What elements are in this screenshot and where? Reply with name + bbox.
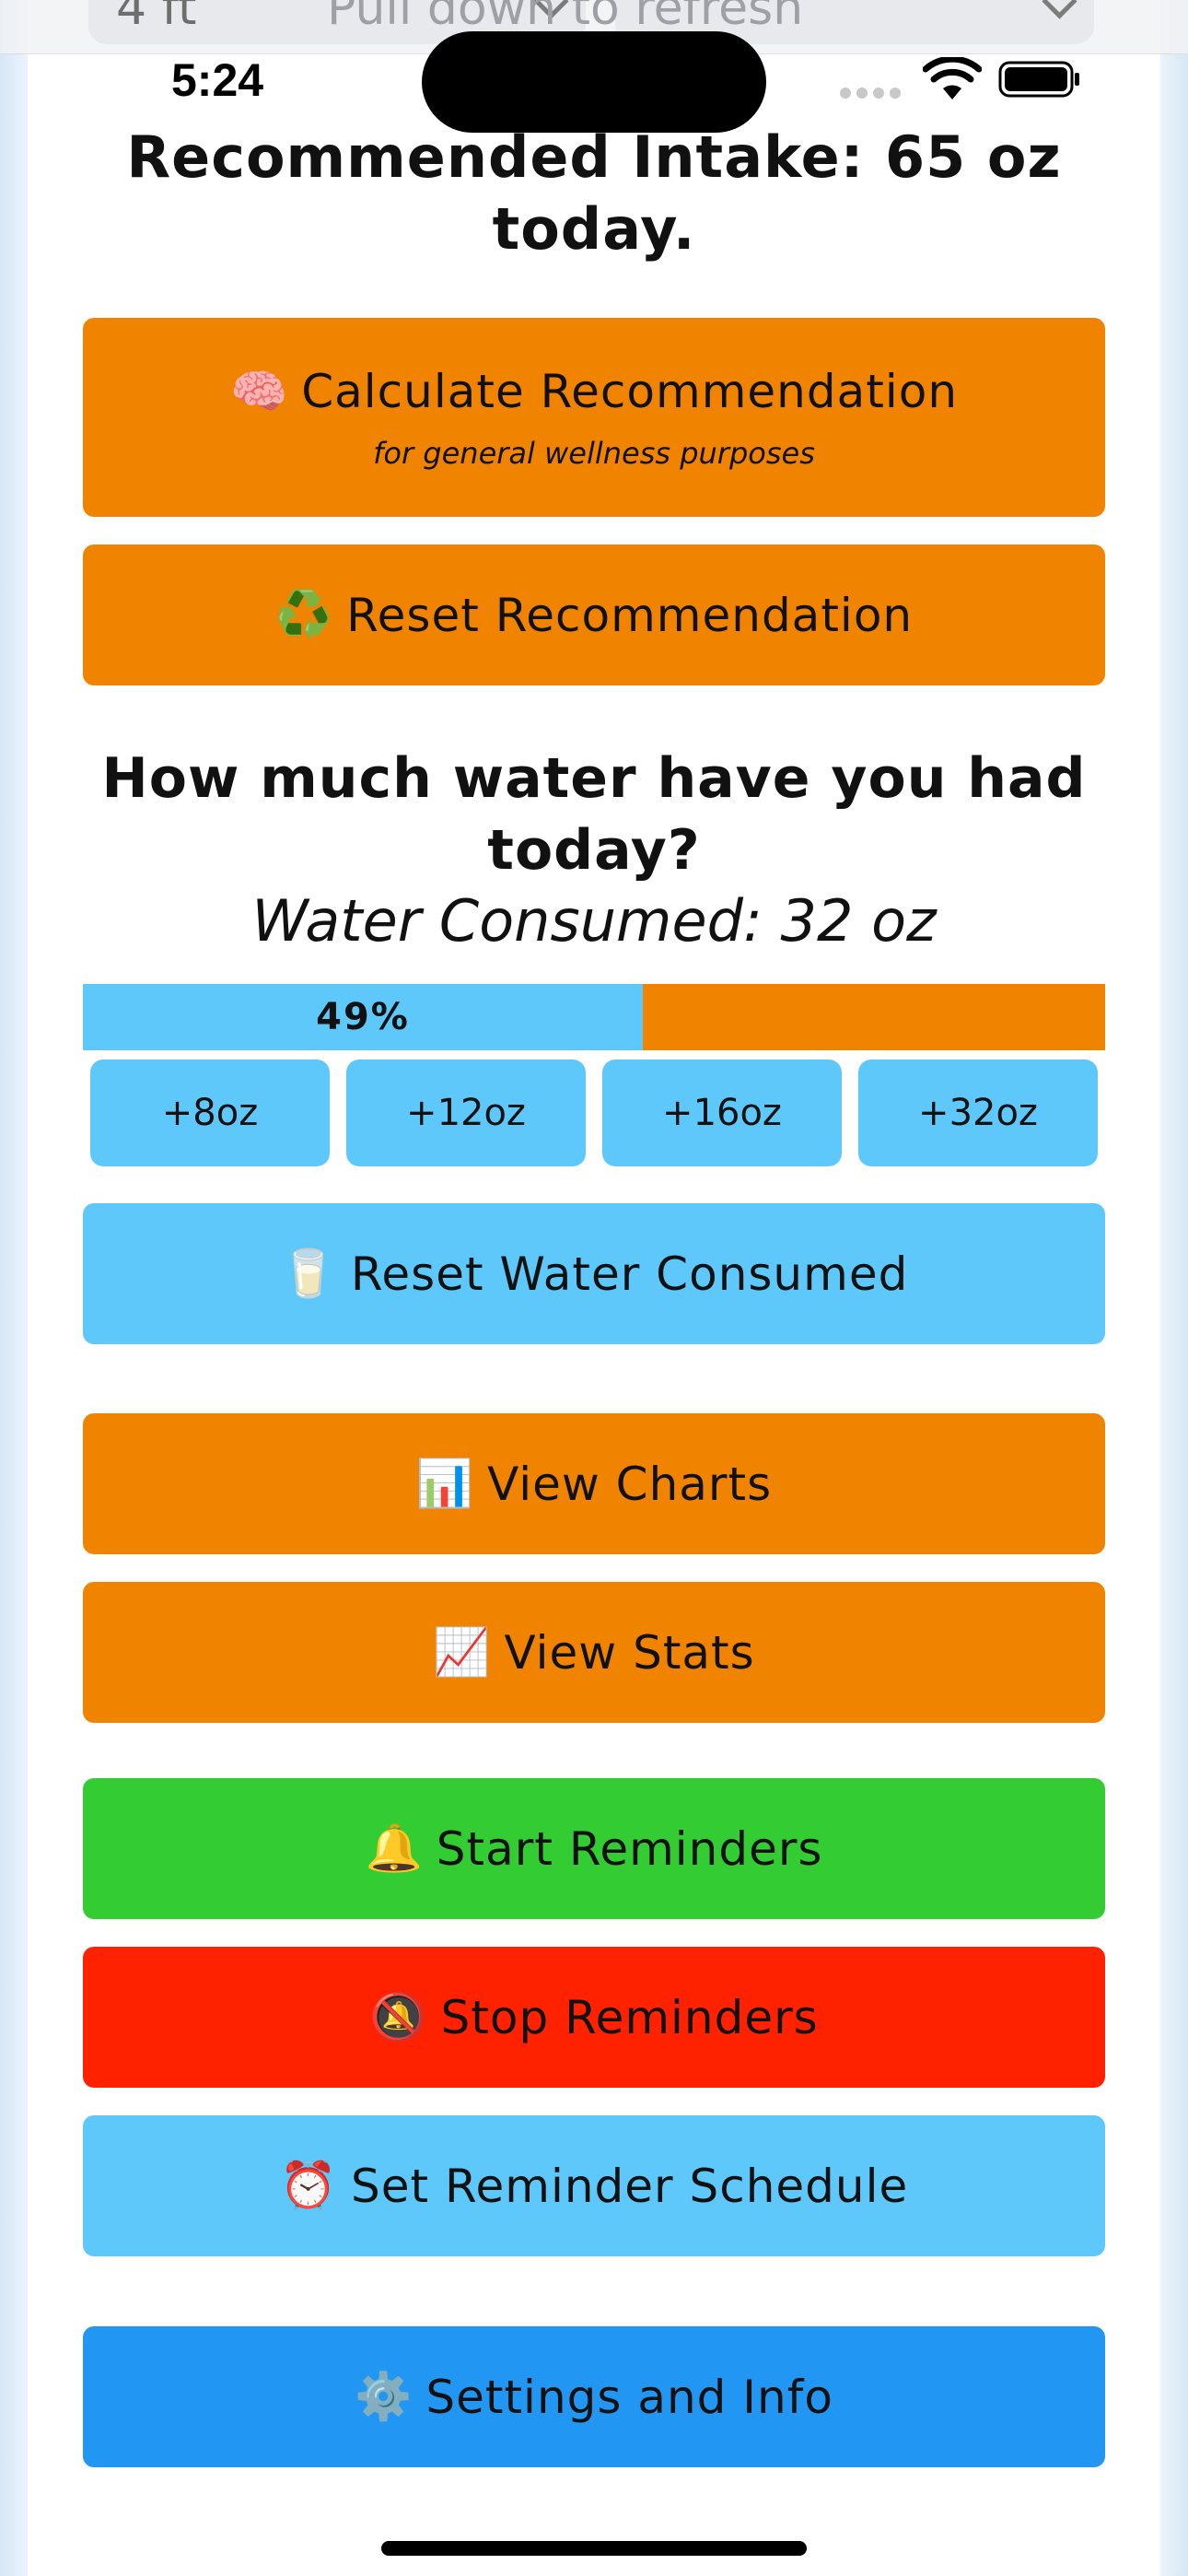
recommended-intake-heading: Recommended Intake: 65 oz today. [126,123,1062,263]
alarm-clock-icon: ⏰ [279,2159,338,2212]
view-stats-button[interactable]: 📈 View Stats [83,1582,1105,1723]
view-charts-button[interactable]: 📊 View Charts [83,1413,1105,1554]
stop-reminders-button[interactable]: 🔕 Stop Reminders [83,1947,1105,2088]
gear-icon: ⚙️ [355,2370,413,2423]
background-dropdown-left-text: 4 ft [116,0,197,36]
home-indicator[interactable] [381,2541,807,2556]
wifi-icon [923,57,982,100]
trend-chart-icon: 📈 [433,1625,492,1679]
calculate-recommendation-label: Calculate Recommendation [301,365,959,418]
glass-icon: 🥛 [279,1247,338,1300]
chevron-down-icon [1042,0,1077,19]
add-32oz-button[interactable]: +32oz [858,1060,1098,1166]
reset-water-consumed-button[interactable]: 🥛 Reset Water Consumed [83,1203,1105,1344]
reset-water-consumed-label: Reset Water Consumed [350,1247,909,1301]
settings-and-info-label: Settings and Info [425,2370,833,2424]
dynamic-island [422,31,766,133]
start-reminders-label: Start Reminders [436,1821,823,1876]
add-8oz-button[interactable]: +8oz [90,1060,330,1166]
set-reminder-schedule-button[interactable]: ⏰ Set Reminder Schedule [83,2115,1105,2256]
settings-and-info-button[interactable]: ⚙️ Settings and Info [83,2326,1105,2467]
set-reminder-schedule-label: Set Reminder Schedule [351,2159,909,2213]
reset-recommendation-button[interactable]: ♻️ Reset Recommendation [83,544,1105,685]
status-time: 5:24 [171,54,264,106]
add-16oz-button[interactable]: +16oz [602,1060,842,1166]
stop-reminders-label: Stop Reminders [440,1990,819,2044]
add-12oz-button[interactable]: +12oz [346,1060,586,1166]
water-consumed-text: Water Consumed: 32 oz [251,887,937,954]
water-question-heading: How much water have you had today? [101,746,1087,883]
cellular-signal-icon [840,85,906,102]
view-charts-label: View Charts [487,1457,773,1511]
water-progress-bar: 49% [83,984,1105,1050]
battery-icon [998,61,1079,98]
calculate-recommendation-button[interactable]: 🧠 Calculate Recommendation for general w… [83,318,1105,517]
brain-icon: 🧠 [229,364,289,418]
bar-chart-icon: 📊 [415,1457,475,1510]
calculate-recommendation-subtitle: for general wellness purposes [373,435,815,471]
view-stats-label: View Stats [504,1625,755,1680]
bell-icon: 🔔 [365,1821,424,1875]
start-reminders-button[interactable]: 🔔 Start Reminders [83,1778,1105,1919]
water-progress-label: 49% [316,996,410,1038]
reset-recommendation-label: Reset Recommendation [346,588,914,642]
recycle-icon: ♻️ [274,588,334,641]
bell-off-icon: 🔕 [369,1990,428,2043]
